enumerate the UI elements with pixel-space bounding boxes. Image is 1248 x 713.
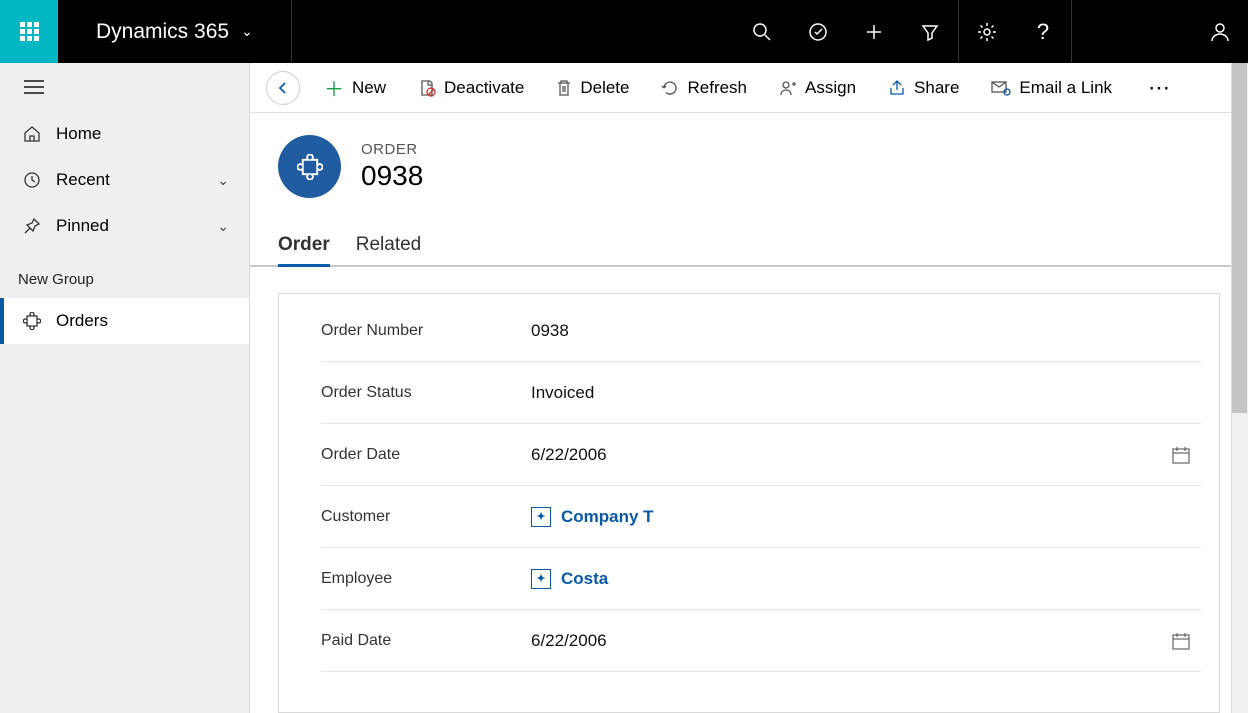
- add-icon[interactable]: [846, 0, 902, 63]
- command-label: Email a Link: [1019, 78, 1112, 98]
- form-card: Order Number 0938 Order Status Invoiced …: [278, 293, 1220, 713]
- field-employee: Employee ✦ Costa: [321, 548, 1201, 610]
- share-button[interactable]: Share: [874, 63, 973, 113]
- field-order-date: Order Date 6/22/2006: [321, 424, 1201, 486]
- user-avatar-icon[interactable]: [1192, 0, 1248, 63]
- field-order-number: Order Number 0938: [321, 300, 1201, 362]
- sidebar-item-recent[interactable]: Recent ⌄: [0, 157, 249, 203]
- help-icon[interactable]: ?: [1015, 0, 1071, 63]
- field-value-lookup[interactable]: ✦ Costa: [531, 569, 1201, 589]
- hamburger-menu-button[interactable]: [0, 63, 249, 111]
- brand-switcher[interactable]: Dynamics 365 ⌄: [58, 0, 292, 63]
- refresh-icon: [661, 79, 679, 97]
- record-title-block: ORDER 0938: [361, 141, 423, 192]
- assign-button[interactable]: Assign: [765, 63, 870, 113]
- calendar-icon[interactable]: [1171, 445, 1191, 465]
- field-value[interactable]: Invoiced: [531, 383, 1201, 403]
- assign-icon: [779, 79, 797, 97]
- calendar-icon[interactable]: [1171, 631, 1191, 651]
- email-link-button[interactable]: Email a Link: [977, 63, 1126, 113]
- tab-related[interactable]: Related: [356, 234, 422, 265]
- sidebar: Home Recent ⌄ Pinned ⌄ New Group Orders: [0, 63, 250, 713]
- new-button[interactable]: ＋ New: [310, 63, 400, 113]
- command-bar: ＋ New Deactivate Delete Refresh: [250, 63, 1248, 113]
- field-paid-date: Paid Date 6/22/2006: [321, 610, 1201, 672]
- app-launcher-button[interactable]: [0, 0, 58, 63]
- sidebar-item-label: Home: [56, 124, 101, 144]
- back-button[interactable]: [266, 71, 300, 105]
- field-label: Employee: [321, 570, 531, 588]
- sidebar-item-label: Orders: [56, 311, 108, 331]
- sidebar-item-orders[interactable]: Orders: [0, 298, 249, 344]
- sidebar-item-home[interactable]: Home: [0, 111, 249, 157]
- pin-icon: [22, 217, 42, 235]
- search-icon[interactable]: [734, 0, 790, 63]
- command-label: Assign: [805, 78, 856, 98]
- plus-icon: ＋: [324, 73, 344, 102]
- brand-name: Dynamics 365: [96, 20, 229, 44]
- field-value[interactable]: 6/22/2006: [531, 631, 1171, 651]
- waffle-icon: [20, 22, 39, 41]
- field-order-status: Order Status Invoiced: [321, 362, 1201, 424]
- puzzle-icon: [22, 312, 42, 330]
- share-icon: [888, 79, 906, 97]
- deactivate-button[interactable]: Deactivate: [404, 63, 538, 113]
- scrollbar-thumb[interactable]: [1232, 63, 1247, 413]
- clock-icon: [22, 171, 42, 189]
- delete-button[interactable]: Delete: [542, 63, 643, 113]
- command-label: Refresh: [687, 78, 747, 98]
- home-icon: [22, 125, 42, 143]
- global-icons: ?: [734, 0, 1248, 63]
- sidebar-item-label: Pinned: [56, 216, 109, 236]
- scrollbar-track[interactable]: [1231, 63, 1248, 713]
- lookup-text: Costa: [561, 569, 608, 589]
- sidebar-item-label: Recent: [56, 170, 110, 190]
- field-value[interactable]: 6/22/2006: [531, 445, 1171, 465]
- lookup-icon: ✦: [531, 507, 551, 527]
- spacer: [1072, 0, 1192, 63]
- field-customer: Customer ✦ Company T: [321, 486, 1201, 548]
- main-content: ＋ New Deactivate Delete Refresh: [250, 63, 1248, 713]
- field-value[interactable]: 0938: [531, 321, 1201, 341]
- field-label: Order Date: [321, 446, 531, 464]
- chevron-down-icon: ⌄: [217, 218, 229, 235]
- field-value-lookup[interactable]: ✦ Company T: [531, 507, 1201, 527]
- record-entity-label: ORDER: [361, 141, 423, 158]
- record-header: ORDER 0938: [250, 113, 1248, 198]
- sidebar-item-pinned[interactable]: Pinned ⌄: [0, 203, 249, 249]
- refresh-button[interactable]: Refresh: [647, 63, 761, 113]
- more-commands-button[interactable]: ⋯: [1130, 75, 1190, 101]
- lookup-text: Company T: [561, 507, 654, 527]
- chevron-down-icon: ⌄: [241, 23, 253, 40]
- record-title: 0938: [361, 160, 423, 192]
- command-label: Delete: [580, 78, 629, 98]
- deactivate-icon: [418, 79, 436, 97]
- filter-icon[interactable]: [902, 0, 958, 63]
- field-label: Customer: [321, 508, 531, 526]
- chevron-down-icon: ⌄: [217, 172, 229, 189]
- email-icon: [991, 80, 1011, 96]
- field-label: Order Number: [321, 322, 531, 340]
- command-label: New: [352, 78, 386, 98]
- field-label: Paid Date: [321, 632, 531, 650]
- tab-order[interactable]: Order: [278, 234, 330, 267]
- record-tabs: Order Related: [250, 198, 1248, 267]
- settings-icon[interactable]: [959, 0, 1015, 63]
- global-header: Dynamics 365 ⌄ ?: [0, 0, 1248, 63]
- task-icon[interactable]: [790, 0, 846, 63]
- lookup-icon: ✦: [531, 569, 551, 589]
- trash-icon: [556, 79, 572, 97]
- command-label: Deactivate: [444, 78, 524, 98]
- record-entity-badge: [278, 135, 341, 198]
- field-label: Order Status: [321, 384, 531, 402]
- sidebar-group-label: New Group: [0, 249, 249, 298]
- command-label: Share: [914, 78, 959, 98]
